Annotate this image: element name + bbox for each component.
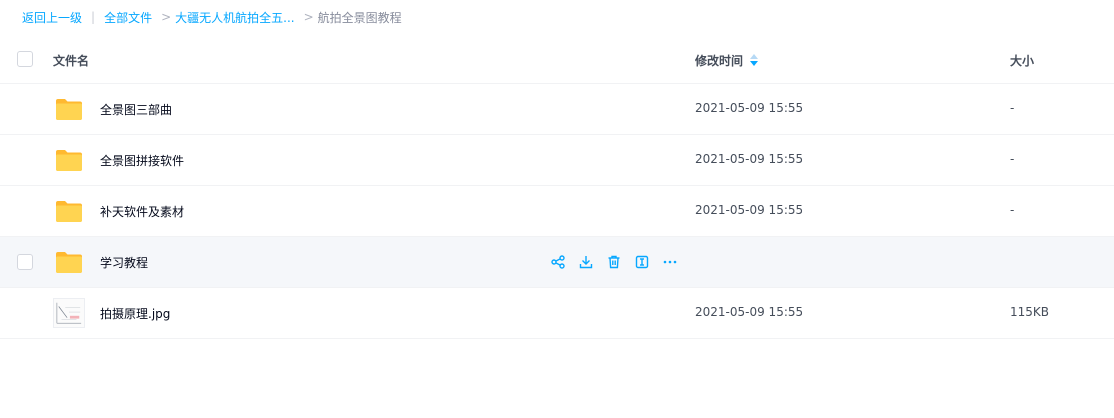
breadcrumb-arrow: > bbox=[161, 10, 172, 24]
row-actions bbox=[550, 254, 678, 270]
modified-time: 2021-05-09 15:55 bbox=[695, 152, 804, 166]
column-header-name[interactable]: 文件名 bbox=[53, 52, 89, 69]
sort-icon[interactable] bbox=[750, 53, 759, 68]
table-row[interactable]: 补天软件及素材 2021-05-09 15:55 - bbox=[0, 186, 1114, 237]
file-size: - bbox=[1010, 203, 1015, 217]
file-name[interactable]: 全景图三部曲 bbox=[100, 101, 172, 118]
file-name[interactable]: 补天软件及素材 bbox=[100, 203, 184, 220]
column-header-size[interactable]: 大小 bbox=[1010, 52, 1034, 69]
file-size: 115KB bbox=[1010, 305, 1050, 319]
modified-time: 2021-05-09 15:55 bbox=[695, 305, 804, 319]
breadcrumb-parent-folder[interactable]: 大疆无人机航拍全五... bbox=[175, 9, 294, 26]
column-header-time-label: 修改时间 bbox=[695, 54, 744, 68]
column-header-time[interactable]: 修改时间 bbox=[695, 52, 759, 69]
table-row[interactable]: 拍摄原理.jpg 2021-05-09 15:55 115KB bbox=[0, 288, 1114, 339]
modified-time: 2021-05-09 15:55 bbox=[695, 101, 804, 115]
file-size: - bbox=[1010, 152, 1015, 166]
image-thumbnail-icon[interactable] bbox=[53, 298, 85, 328]
folder-icon[interactable] bbox=[55, 148, 83, 172]
breadcrumb: 返回上一级 | 全部文件 > 大疆无人机航拍全五... > 航拍全景图教程 bbox=[22, 8, 402, 26]
file-name[interactable]: 拍摄原理.jpg bbox=[100, 305, 170, 322]
file-size: - bbox=[1010, 101, 1015, 115]
more-icon[interactable] bbox=[662, 254, 678, 270]
file-list: 文件名 修改时间 大小 全景图三部曲 2021-05-09 15:55 - 全景… bbox=[0, 34, 1114, 339]
share-icon[interactable] bbox=[550, 254, 566, 270]
table-header: 文件名 修改时间 大小 bbox=[0, 34, 1114, 84]
row-checkbox[interactable] bbox=[17, 254, 33, 270]
select-all-checkbox[interactable] bbox=[17, 50, 33, 67]
breadcrumb-arrow: > bbox=[303, 10, 314, 24]
table-row[interactable]: 全景图拼接软件 2021-05-09 15:55 - bbox=[0, 135, 1114, 186]
back-link[interactable]: 返回上一级 bbox=[22, 9, 82, 26]
table-row[interactable]: 全景图三部曲 2021-05-09 15:55 - bbox=[0, 84, 1114, 135]
folder-icon[interactable] bbox=[55, 97, 83, 121]
table-row-hovered[interactable]: 学习教程 bbox=[0, 237, 1114, 288]
breadcrumb-all-files[interactable]: 全部文件 bbox=[104, 9, 152, 26]
modified-time: 2021-05-09 15:55 bbox=[695, 203, 804, 217]
folder-icon[interactable] bbox=[55, 199, 83, 223]
download-icon[interactable] bbox=[578, 254, 594, 270]
rename-icon[interactable] bbox=[634, 254, 650, 270]
file-name[interactable]: 全景图拼接软件 bbox=[100, 152, 184, 169]
folder-icon[interactable] bbox=[55, 250, 83, 274]
breadcrumb-divider: | bbox=[91, 10, 96, 24]
breadcrumb-current-folder: 航拍全景图教程 bbox=[317, 10, 402, 25]
file-name[interactable]: 学习教程 bbox=[100, 254, 148, 271]
delete-icon[interactable] bbox=[606, 254, 622, 270]
